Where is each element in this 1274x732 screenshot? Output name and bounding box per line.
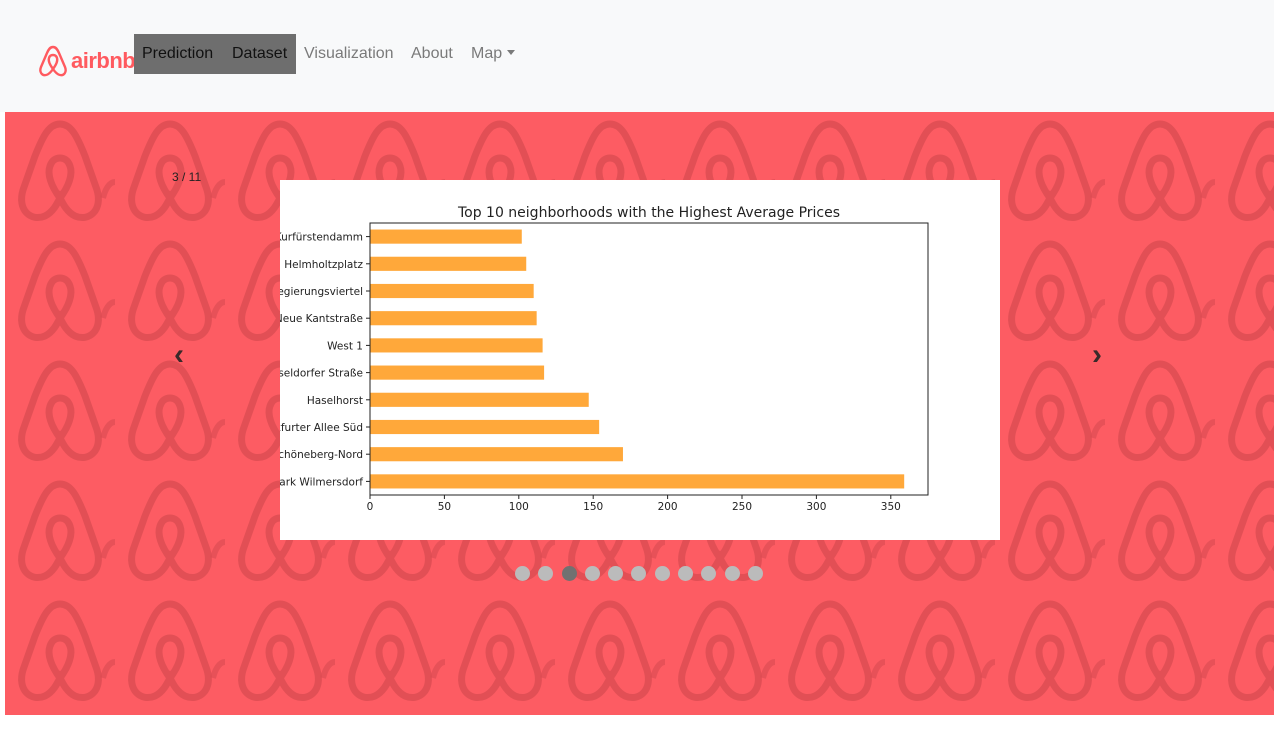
page-bottom bbox=[0, 715, 1274, 732]
bar bbox=[370, 365, 545, 380]
x-tick-label: 100 bbox=[509, 501, 529, 513]
carousel-indicators bbox=[515, 566, 771, 581]
bar bbox=[370, 283, 534, 299]
nav-link-visualization[interactable]: Visualization bbox=[304, 44, 394, 64]
image-carousel: 3 / 11 Top 10 neighborhoods with the Hig… bbox=[5, 112, 1274, 715]
nav-dropdown-map[interactable]: Map bbox=[471, 44, 516, 64]
slide-counter: 3 / 11 bbox=[172, 170, 202, 184]
y-tick-label: Haselhorst bbox=[307, 395, 363, 407]
x-tick-label: 0 bbox=[367, 501, 374, 513]
carousel-dot[interactable] bbox=[561, 566, 577, 581]
bar bbox=[370, 338, 543, 353]
carousel-dot[interactable] bbox=[608, 566, 624, 581]
nav-link-about[interactable]: About bbox=[411, 44, 453, 64]
y-tick-label: Frankfurter Allee Süd bbox=[280, 422, 363, 434]
y-tick-label: Regierungsviertel bbox=[280, 286, 363, 298]
carousel-next-button[interactable]: › bbox=[1092, 340, 1102, 370]
carousel-dot[interactable] bbox=[747, 566, 763, 581]
nav-link-prediction[interactable]: Prediction bbox=[142, 44, 213, 64]
y-tick-label: Helmholtzplatz bbox=[284, 259, 363, 271]
chevron-down-icon bbox=[507, 50, 516, 56]
y-tick-label: Neue Kantstraße bbox=[280, 313, 363, 325]
navbar: airbnb Prediction Dataset Visualization … bbox=[0, 0, 1274, 112]
airbnb-belo-icon bbox=[39, 45, 67, 77]
bar bbox=[370, 474, 905, 489]
carousel-dot[interactable] bbox=[701, 566, 717, 581]
brand-logo[interactable]: airbnb bbox=[38, 44, 136, 78]
carousel-dot[interactable] bbox=[538, 566, 554, 581]
bar bbox=[370, 419, 600, 435]
nav-link-dataset[interactable]: Dataset bbox=[232, 44, 287, 64]
bar bbox=[370, 392, 589, 407]
x-tick-label: 300 bbox=[806, 501, 826, 513]
brand-text: airbnb bbox=[71, 48, 136, 73]
bar bbox=[370, 447, 623, 462]
x-tick-label: 250 bbox=[732, 501, 752, 513]
chart-title: Top 10 neighborhoods with the Highest Av… bbox=[457, 205, 840, 221]
carousel-dot[interactable] bbox=[678, 566, 694, 581]
x-tick-label: 200 bbox=[658, 501, 678, 513]
carousel-prev-button[interactable]: ‹ bbox=[174, 340, 184, 370]
bar bbox=[370, 256, 527, 271]
carousel-dot[interactable] bbox=[584, 566, 600, 581]
y-tick-label: Düsseldorfer Straße bbox=[280, 368, 363, 380]
bar bbox=[370, 229, 522, 244]
carousel-dot[interactable] bbox=[724, 566, 740, 581]
y-tick-label: Kurfürstendamm bbox=[280, 232, 363, 244]
y-tick-label: Schöneberg-Nord bbox=[280, 449, 363, 461]
bar-chart: Top 10 neighborhoods with the Highest Av… bbox=[280, 205, 929, 513]
x-tick-label: 150 bbox=[583, 501, 603, 513]
x-tick-label: 350 bbox=[881, 501, 901, 513]
carousel-dot[interactable] bbox=[654, 566, 670, 581]
nav-link-map-label: Map bbox=[471, 45, 503, 62]
carousel-dot[interactable] bbox=[515, 566, 530, 581]
x-tick-label: 50 bbox=[438, 501, 451, 513]
slide-image: Top 10 neighborhoods with the Highest Av… bbox=[280, 180, 1000, 540]
bar bbox=[370, 311, 537, 326]
carousel-dot[interactable] bbox=[631, 566, 647, 581]
y-tick-label: Volkspark Wilmersdorf bbox=[280, 476, 363, 488]
y-tick-label: West 1 bbox=[327, 340, 363, 352]
